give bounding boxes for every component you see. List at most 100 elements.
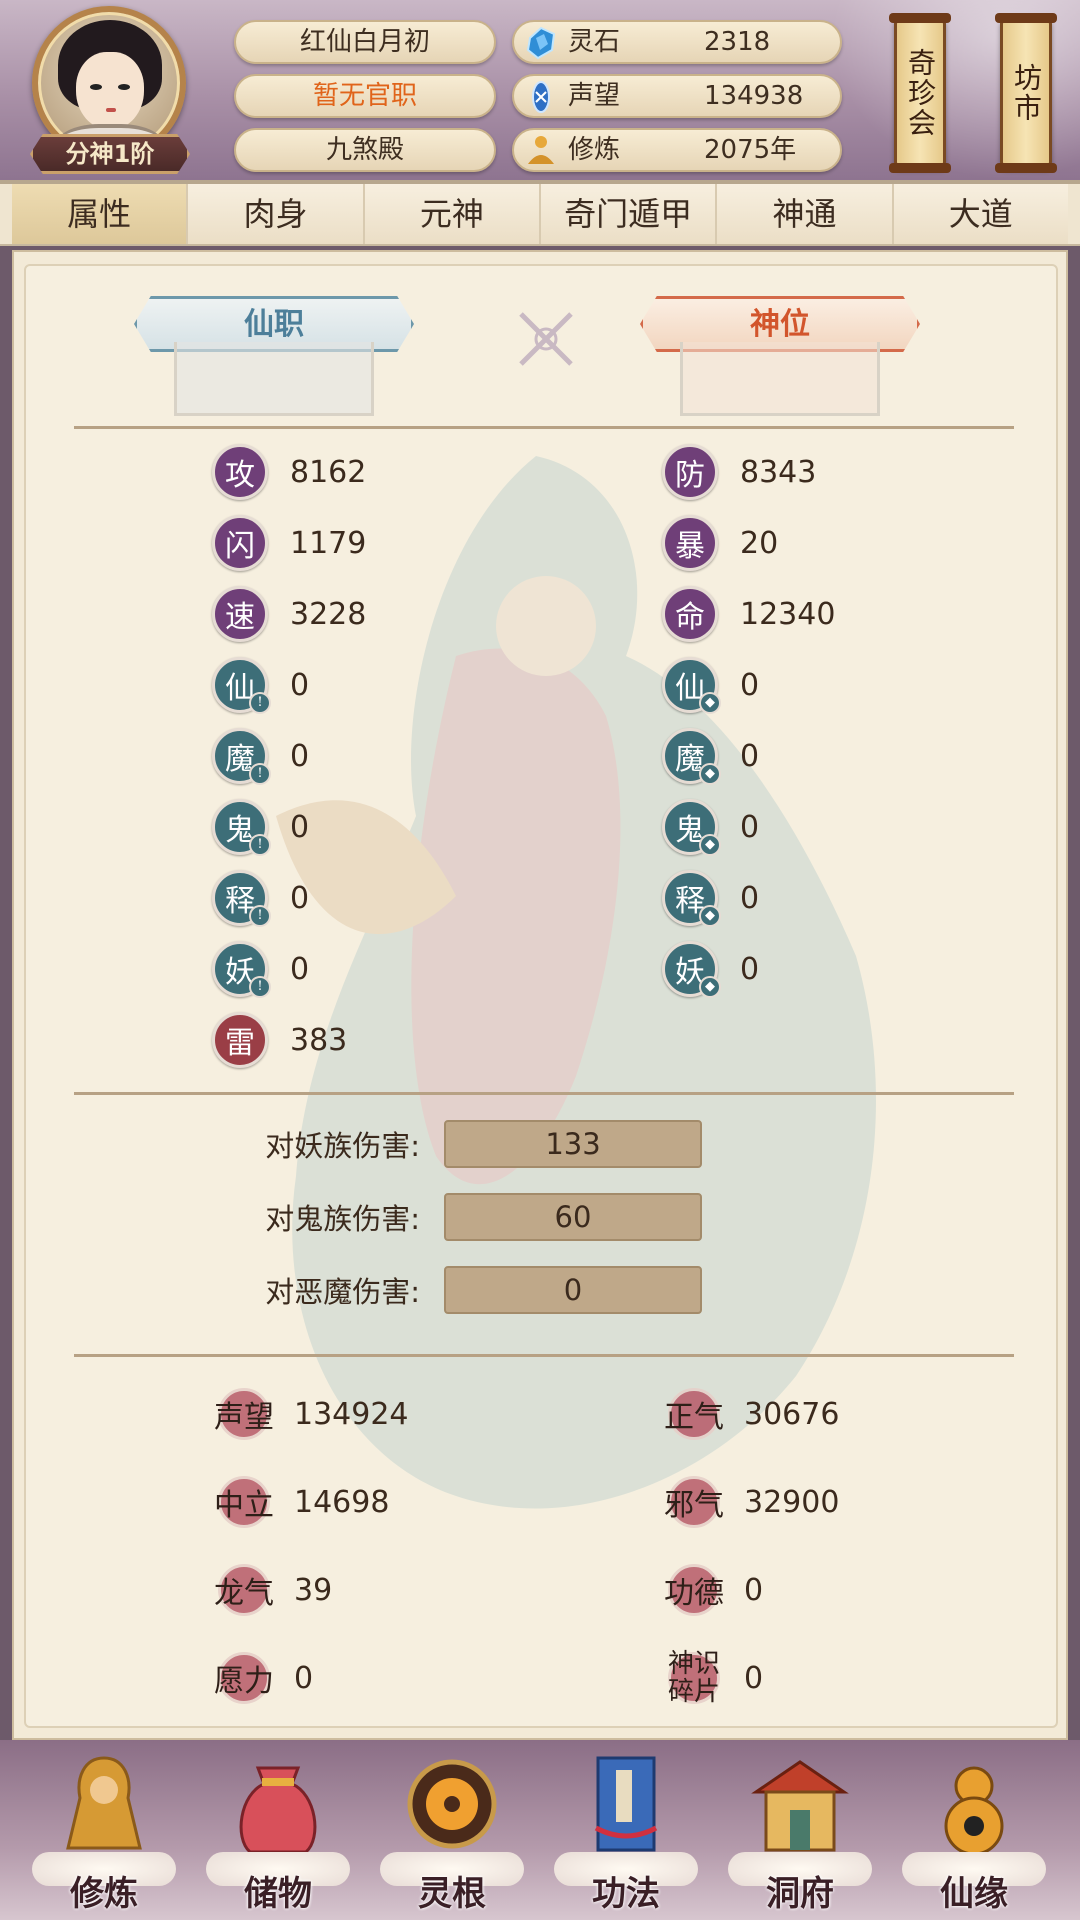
stat-value: 0 [740, 667, 760, 703]
tab-spirit[interactable]: 元神 [364, 184, 541, 244]
rep-badge: 声望 [212, 1382, 276, 1446]
stat-monster-defense: 妖 ◆ 0 [662, 941, 760, 998]
rep-badge: 龙气 [212, 1558, 276, 1622]
shield-marker-icon: ◆ [699, 763, 721, 785]
cave-palace-icon [751, 1760, 849, 1852]
attributes-panel: 仙职 神位 攻 8162 闪 1179 速 3228 仙! 0 魔! 0 鬼 !… [12, 250, 1068, 1740]
stat-value: 12340 [740, 596, 836, 632]
attack-marker-icon: ! [249, 763, 271, 785]
tab-body[interactable]: 肉身 [188, 184, 365, 244]
attributes-panel-inner: 仙职 神位 攻 8162 闪 1179 速 3228 仙! 0 魔! 0 鬼 !… [24, 264, 1058, 1728]
top-bar: 分神1阶 红仙白月初 暂无官职 九煞殿 灵石 2318 声望 134938 修炼… [0, 0, 1080, 180]
nav-spirit-root[interactable]: 灵根 [372, 1748, 532, 1920]
rep-dragon-qi: 龙气 39 [212, 1558, 332, 1622]
immortal-post-slot[interactable] [174, 342, 374, 416]
stat-value: 0 [740, 951, 760, 987]
avatar-button[interactable]: 分神1阶 [26, 6, 192, 174]
stat-icon: 命 [662, 586, 718, 642]
nav-label: 仙缘 [940, 1874, 1008, 1914]
section-divider [74, 1354, 1014, 1357]
rep-righteous: 正气 30676 [662, 1382, 839, 1446]
stat-icon: 仙! [212, 657, 271, 714]
crossed-swords-icon [519, 312, 573, 366]
rep-badge: 邪气 [662, 1470, 726, 1534]
shield-marker-icon: ◆ [699, 976, 721, 998]
resource-value: 2318 [704, 27, 771, 57]
stat-icon: 魔! [212, 728, 271, 785]
cultivation-icon [528, 136, 554, 164]
stat-icon: 鬼! [212, 799, 271, 856]
stat-immortal-attack: 仙! 0 [212, 657, 309, 714]
stat-icon: 鬼 ◆ [662, 799, 721, 856]
rep-evil: 邪气 32900 [662, 1470, 839, 1534]
stat-value: 0 [290, 951, 310, 987]
player-name-text: 红仙白月初 [299, 27, 430, 57]
attack-marker-icon: ! [249, 834, 271, 856]
resource-reputation: 声望 134938 [512, 74, 842, 118]
faction-name-text: 九煞殿 [325, 135, 404, 165]
damage-vs-demon: 对恶魔伤害: 0 [248, 1266, 702, 1314]
stat-speed: 速 3228 [212, 586, 366, 642]
stat-dodge: 闪 1179 [212, 515, 366, 571]
rep-value: 14698 [294, 1484, 390, 1520]
rank-badge: 分神1阶 [30, 134, 190, 174]
rep-merit: 功德 0 [662, 1558, 763, 1622]
nav-label: 修炼 [70, 1874, 138, 1914]
stat-icon: 雷 [212, 1012, 268, 1068]
rep-badge: 中立 [212, 1470, 276, 1534]
rep-value: 0 [744, 1660, 764, 1696]
stat-icon: 速 [212, 586, 268, 642]
tab-dao[interactable]: 大道 [893, 184, 1068, 244]
nav-label: 洞府 [766, 1874, 834, 1914]
stat-value: 20 [740, 525, 779, 561]
stat-value: 0 [740, 738, 760, 774]
tab-bar: 属性 肉身 元神 奇门遁甲 神通 大道 [0, 180, 1080, 246]
tab-qimen[interactable]: 奇门遁甲 [540, 184, 718, 244]
stat-icon: 魔 ◆ [662, 728, 721, 785]
damage-label: 对鬼族伤害: [265, 1202, 420, 1236]
spirit-stone-icon [526, 26, 556, 60]
stat-value: 0 [740, 809, 760, 845]
gourd-icon [944, 1766, 1004, 1856]
official-title[interactable]: 暂无官职 [234, 74, 496, 118]
stat-ghost-defense: 鬼 ◆ 0 [662, 799, 760, 856]
rep-neutral: 中立 14698 [212, 1470, 389, 1534]
nav-cultivate[interactable]: 修炼 [24, 1748, 184, 1920]
official-title-text: 暂无官职 [312, 81, 417, 111]
stat-icon: 仙 ◆ [662, 657, 721, 714]
damage-value: 0 [444, 1266, 702, 1314]
attack-marker-icon: ! [249, 692, 271, 714]
rep-soul-fragment: 神识碎片 0 [662, 1646, 763, 1710]
stat-icon: 释 ◆ [662, 870, 721, 927]
stat-value: 8343 [740, 454, 817, 490]
nav-storage[interactable]: 储物 [198, 1748, 358, 1920]
rep-value: 0 [744, 1572, 764, 1608]
rep-wish-power: 愿力 0 [212, 1646, 313, 1710]
nav-cave-dwelling[interactable]: 洞府 [720, 1748, 880, 1920]
resource-spirit-stone: 灵石 2318 [512, 20, 842, 64]
rep-value: 32900 [744, 1484, 840, 1520]
stat-crit: 暴 20 [662, 515, 778, 571]
tab-attributes[interactable]: 属性 [12, 184, 189, 244]
resource-label: 灵石 [568, 27, 621, 57]
player-name: 红仙白月初 [234, 20, 496, 64]
resource-label: 修炼 [568, 135, 621, 165]
stat-monster-attack: 妖! 0 [212, 941, 310, 998]
stat-icon: 攻 [212, 444, 268, 500]
market-button[interactable]: 坊市 [995, 13, 1057, 173]
faction-name[interactable]: 九煞殿 [234, 128, 496, 172]
stat-value: 8162 [290, 454, 367, 490]
divine-seat-slot[interactable] [680, 342, 880, 416]
tab-divine-power[interactable]: 神通 [717, 184, 894, 244]
stat-icon: 闪 [212, 515, 268, 571]
nav-immortal-fate[interactable]: 仙缘 [894, 1748, 1054, 1920]
resource-label: 声望 [568, 81, 621, 111]
meditating-monk-icon [66, 1756, 142, 1850]
stat-hp: 命 12340 [662, 586, 835, 642]
nav-techniques[interactable]: 功法 [546, 1748, 706, 1920]
spirit-root-icon [407, 1759, 497, 1849]
damage-value: 133 [444, 1120, 702, 1168]
stat-defense: 防 8343 [662, 444, 816, 500]
stat-value: 383 [290, 1022, 348, 1058]
treasure-auction-button[interactable]: 奇珍会 [889, 13, 951, 173]
